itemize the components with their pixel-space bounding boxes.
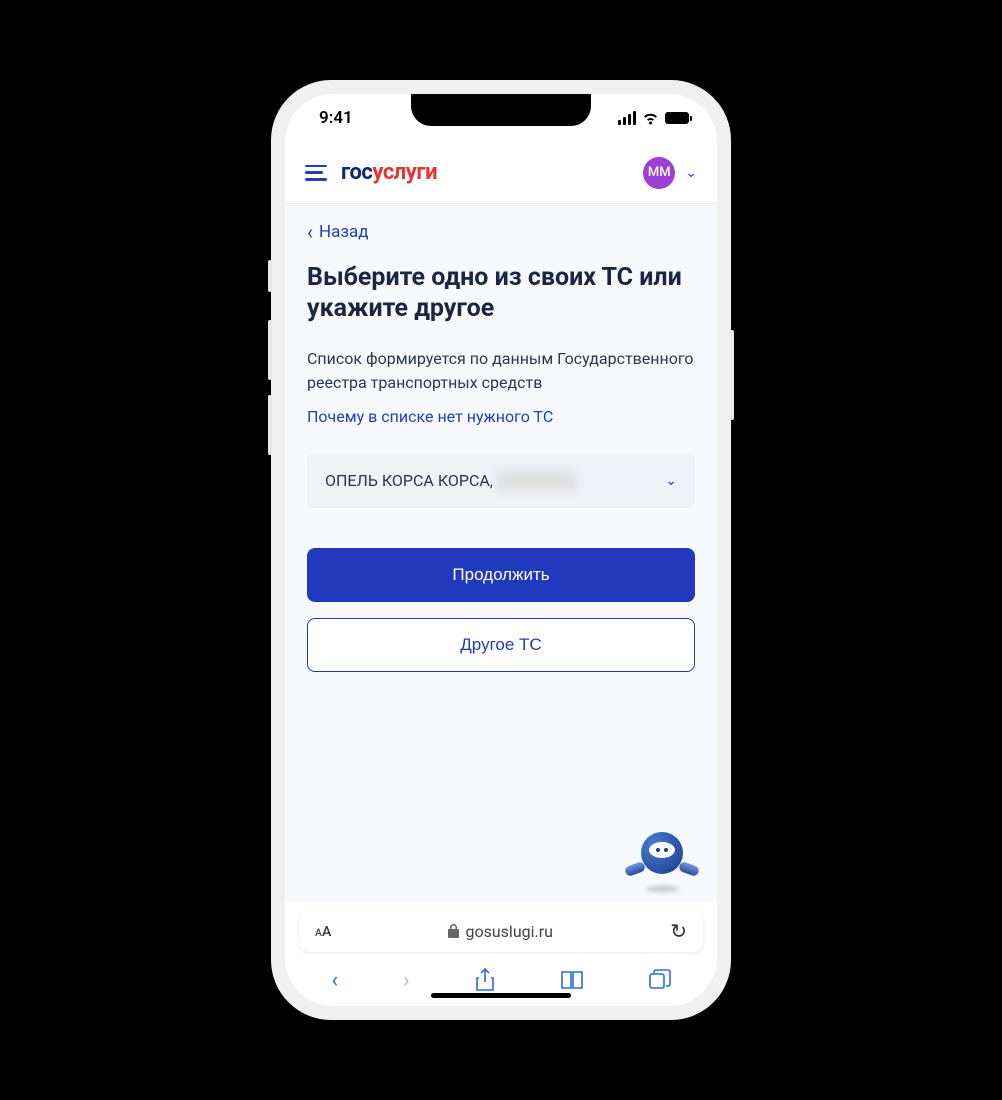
logo[interactable]: госуслуги (341, 160, 437, 185)
battery-icon (665, 112, 689, 124)
menu-icon[interactable] (305, 165, 327, 181)
browser-toolbar: ‹ › (285, 958, 717, 1006)
browser-forward-icon: › (403, 968, 410, 993)
power-button (730, 330, 734, 420)
content-area: ‹ Назад Выберите одно из своих ТС или ук… (285, 204, 717, 902)
logo-part2: услуги (372, 160, 437, 185)
page-description: Список формируется по данным Государстве… (307, 347, 695, 395)
avatar[interactable]: ММ (643, 157, 675, 189)
text-size-icon[interactable]: ᴀA (315, 923, 331, 940)
redacted-text (497, 471, 577, 491)
chevron-down-icon: ⌄ (665, 473, 677, 489)
browser-url-bar[interactable]: ᴀA gosuslugi.ru ↻ (299, 910, 703, 952)
notch (411, 94, 591, 126)
volume-up-button (268, 320, 272, 380)
url-display[interactable]: gosuslugi.ru (448, 922, 553, 941)
continue-button[interactable]: Продолжить (307, 548, 695, 602)
chatbot-icon[interactable] (627, 832, 697, 892)
chevron-left-icon: ‹ (307, 222, 313, 242)
volume-down-button (268, 395, 272, 455)
page-title: Выберите одно из своих ТС или укажите др… (307, 262, 695, 325)
back-link[interactable]: ‹ Назад (307, 222, 369, 242)
tabs-icon[interactable] (649, 969, 671, 991)
home-indicator[interactable] (431, 993, 571, 998)
info-link[interactable]: Почему в списке нет нужного ТС (307, 407, 553, 426)
chevron-down-icon[interactable]: ⌄ (685, 165, 697, 181)
logo-part1: гос (341, 160, 372, 185)
status-indicators (618, 111, 689, 125)
select-value: ОПЕЛЬ КОРСА КОРСА, (325, 471, 493, 490)
share-icon[interactable] (475, 968, 495, 992)
browser-back-icon[interactable]: ‹ (331, 968, 338, 993)
bookmarks-icon[interactable] (560, 970, 584, 990)
status-time: 9:41 (319, 108, 353, 128)
phone-device: 9:41 госуслуги ММ ⌄ ‹ Назад (271, 80, 731, 1020)
back-label: Назад (319, 222, 369, 242)
reload-icon[interactable]: ↻ (670, 919, 687, 943)
lock-icon (448, 924, 459, 938)
screen: 9:41 госуслуги ММ ⌄ ‹ Назад (285, 94, 717, 1006)
other-vehicle-button[interactable]: Другое ТС (307, 618, 695, 672)
vehicle-select[interactable]: ОПЕЛЬ КОРСА КОРСА, ⌄ (307, 454, 695, 508)
wifi-icon (642, 112, 659, 125)
cellular-signal-icon (618, 111, 636, 125)
url-domain: gosuslugi.ru (465, 922, 553, 941)
app-header: госуслуги ММ ⌄ (285, 142, 717, 204)
side-button (268, 260, 272, 292)
